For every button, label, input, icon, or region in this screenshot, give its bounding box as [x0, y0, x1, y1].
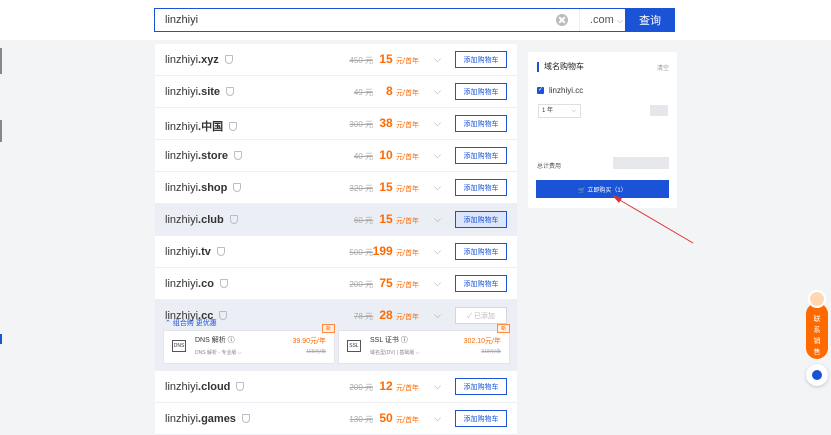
arrow-head — [612, 195, 622, 203]
customer-service-icon[interactable] — [806, 364, 828, 386]
promo-char: 销 — [813, 338, 821, 345]
contact-sales-button[interactable]: 联 系 销 售 — [806, 303, 828, 359]
avatar[interactable] — [808, 290, 826, 308]
promo-char: 系 — [813, 327, 821, 334]
annotation-arrow — [612, 195, 694, 244]
promo-char: 联 — [813, 316, 821, 323]
promo-char: 售 — [813, 349, 821, 356]
arrow-line — [617, 198, 694, 244]
